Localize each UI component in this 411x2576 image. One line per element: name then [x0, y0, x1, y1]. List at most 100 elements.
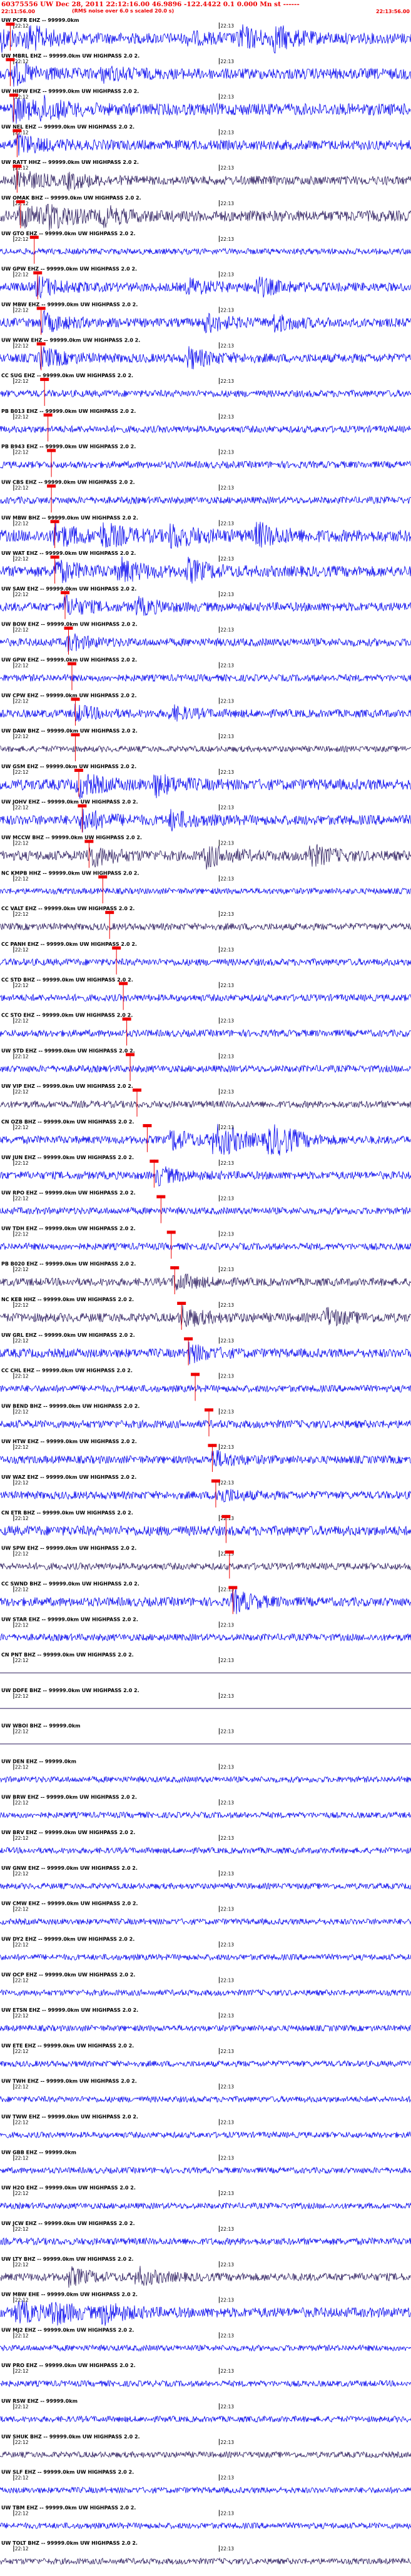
- trace-label: UW BRW EHZ -- 99999.0km UW HIGHPASS 2.0 …: [1, 1794, 137, 1800]
- trace-row: UW SHUK BHZ -- 99999.0km UW HIGHPASS 2.0…: [0, 2434, 411, 2459]
- trace-row: UW GBB EHZ -- 99999.0km22:12 22:13: [0, 2149, 411, 2174]
- trace-waveform: [0, 556, 411, 584]
- trace-label: UW BOW EHZ -- 99999.0km UW HIGHPASS 2.0 …: [1, 622, 138, 627]
- trace-row: CC CHL EHZ -- 99999.0km UW HIGHPASS 2.0 …: [0, 1368, 411, 1401]
- minute-tick-label: 22:13: [220, 129, 234, 135]
- trace-waveform: [0, 1847, 411, 1855]
- trace-label: UW RSW EHZ -- 99999.0km: [1, 2398, 78, 2404]
- trace-row: UW BRW EHZ -- 99999.0km UW HIGHPASS 2.0 …: [0, 1794, 411, 1819]
- trace-label: UW OMAK BHZ -- 99999.0km UW HIGHPASS 2.0…: [1, 195, 141, 201]
- minute-tick-label: 22:12: [15, 2546, 29, 2552]
- trace-row: CC STO EHZ -- 99999.0km UW HIGHPASS 2.0 …: [0, 1013, 411, 1046]
- minute-tick-label: 22:12: [15, 1516, 29, 1521]
- minute-tick-label: 22:12: [15, 1693, 29, 1699]
- minute-tick-label: 22:12: [15, 1835, 29, 1841]
- trace-label: UW WAZ EHZ -- 99999.0km UW HIGHPASS 2.0 …: [1, 1474, 136, 1480]
- minute-tick-label: 22:13: [220, 1622, 234, 1628]
- minute-tick-label: 22:12: [15, 1444, 29, 1450]
- trace-waveform: [0, 1419, 411, 1429]
- minute-tick-label: 22:12: [15, 272, 29, 278]
- trace-label: UW MJ2 EHZ -- 99999.0km UW HIGHPASS 2.0 …: [1, 2327, 134, 2333]
- minute-tick-label: 22:13: [220, 947, 234, 953]
- minute-tick-label: 22:13: [220, 272, 234, 278]
- minute-tick-label: 22:13: [220, 1338, 234, 1344]
- trace-waveform: [0, 1953, 411, 1961]
- trace-label: UW MCCW BHZ -- 99999.0km UW HIGHPASS 2.0…: [1, 835, 142, 841]
- trace-row: UW HTW EHZ -- 99999.0km UW HIGHPASS 2.0 …: [0, 1439, 411, 1473]
- minute-tick-label: 22:13: [220, 1231, 234, 1237]
- trace-row: UW GRL EHZ -- 99999.0km UW HIGHPASS 2.0 …: [0, 1332, 411, 1366]
- trace-row: UW MBW EHZ -- 99999.0km UW HIGHPASS 2.0 …: [0, 302, 411, 335]
- minute-tick-label: 22:12: [15, 1338, 29, 1344]
- minute-tick-label: 22:13: [220, 1444, 234, 1450]
- trace-label: UW BEND BHZ -- 99999.0km UW HIGHPASS 2.0…: [1, 1403, 140, 1409]
- minute-tick-label: 22:12: [15, 556, 29, 562]
- trace-waveform: [0, 1123, 411, 1156]
- trace-row: UW WAZ EHZ -- 99999.0km UW HIGHPASS 2.0 …: [0, 1474, 411, 1508]
- trace-waveform: [0, 2486, 411, 2494]
- trace-label: UW TBM EHZ -- 99999.0km UW HIGHPASS 2.0 …: [1, 2505, 136, 2510]
- trace-row: UW BOW EHZ -- 99999.0km UW HIGHPASS 2.0 …: [0, 622, 411, 655]
- minute-tick-label: 22:12: [15, 1551, 29, 1557]
- trace-row: PB B943 EHZ -- 99999.0km UW HIGHPASS 2.0…: [0, 444, 411, 477]
- trace-label: PB B013 EHZ -- 99999.0km UW HIGHPASS 2.0…: [1, 408, 136, 414]
- minute-tick-label: 22:12: [15, 2226, 29, 2232]
- trace-label: CN PNT BHZ -- 99999.0km UW HIGHPASS 2.0 …: [1, 1652, 134, 1658]
- minute-tick-label: 22:12: [15, 1267, 29, 1272]
- trace-label: UW WWW EHZ -- 99999.0km UW HIGHPASS 2.0 …: [1, 337, 140, 343]
- trace-waveform: [0, 1489, 411, 1503]
- minute-tick-label: 22:12: [15, 2298, 29, 2303]
- minute-tick-label: 22:13: [220, 450, 234, 455]
- minute-tick-label: 22:13: [220, 378, 234, 384]
- trace-row: UW RATT HHZ -- 99999.0km UW HIGHPASS 2.0…: [0, 160, 411, 193]
- trace-row: UW MBRL EHZ -- 99999.0km UW HIGHPASS 2.0…: [0, 53, 411, 87]
- trace-label: UW ETSN EHZ -- 99999.0km UW HIGHPASS 2.0…: [1, 2007, 138, 2013]
- trace-row: UW BEND BHZ -- 99999.0km UW HIGHPASS 2.0…: [0, 1403, 411, 1437]
- trace-waveform: [0, 1206, 411, 1215]
- minute-tick-label: 22:12: [15, 911, 29, 917]
- trace-waveform: [0, 703, 411, 722]
- trace-label: CN OZB BHZ -- 99999.0km UW HIGHPASS 2.0 …: [1, 1119, 134, 1125]
- trace-row: UW STAR EHZ -- 99999.0km UW HIGHPASS 2.0…: [0, 1616, 411, 1642]
- trace-waveform: [0, 522, 411, 549]
- trace-row: UW WBOI BHZ -- 99999.0km22:12 22:13: [0, 1723, 411, 1745]
- trace-waveform: [0, 594, 411, 616]
- trace-row: UW HIPW EHZ -- 99999.0km UW HIGHPASS 2.0…: [0, 89, 411, 124]
- minute-tick-label: 22:12: [15, 1160, 29, 1166]
- trace-waveform: [0, 887, 411, 895]
- minute-tick-label: 22:12: [15, 841, 29, 846]
- minute-tick-label: 22:12: [15, 485, 29, 490]
- trace-label: UW STAR EHZ -- 99999.0km UW HIGHPASS 2.0…: [1, 1616, 138, 1622]
- minute-tick-label: 22:12: [15, 2262, 29, 2268]
- minute-tick-label: 22:12: [15, 663, 29, 669]
- trace-waveform: [0, 2415, 411, 2423]
- trace-label: UW GNW EHZ -- 99999.0km UW HIGHPASS 2.0 …: [1, 1865, 138, 1871]
- minute-tick-label: 22:12: [15, 1907, 29, 1912]
- trace-row: UW OCP EHZ -- 99999.0km UW HIGHPASS 2.0 …: [0, 1972, 411, 1997]
- trace-label: CC STD BHZ -- 99999.0km UW HIGHPASS 2.0 …: [1, 977, 133, 983]
- trace-waveform: [0, 389, 411, 398]
- trace-waveform: [0, 2300, 411, 2326]
- minute-tick-label: 22:13: [220, 520, 234, 526]
- minute-tick-label: 22:12: [15, 592, 29, 597]
- trace-label: UW JUN EHZ -- 99999.0km UW HIGHPASS 2.0 …: [1, 1155, 134, 1160]
- trace-label: UW MBW BHZ -- 99999.0km UW HIGHPASS 2.0 …: [1, 515, 138, 520]
- minute-tick-label: 22:13: [220, 165, 234, 171]
- trace-waveform: [0, 2450, 411, 2459]
- trace-label: UW DEN EHZ -- 99999.0km: [1, 1758, 76, 1764]
- trace-waveform: [0, 1633, 411, 1642]
- trace-waveform: [0, 1273, 411, 1291]
- trace-row: UW NEL EHZ -- 99999.0km UW HIGHPASS 2.0 …: [0, 124, 411, 158]
- trace-waveform: [0, 1384, 411, 1393]
- trace-waveform: [0, 2095, 411, 2103]
- trace-waveform: [0, 1242, 411, 1251]
- trace-waveform: [0, 2237, 411, 2246]
- trace-label: CC STO EHZ -- 99999.0km UW HIGHPASS 2.0 …: [1, 1013, 133, 1018]
- minute-tick-label: 22:13: [220, 1658, 234, 1663]
- trace-row: CC PANH EHZ -- 99999.0km UW HIGHPASS 2.0…: [0, 941, 411, 975]
- trace-row: UW MCCW BHZ -- 99999.0km UW HIGHPASS 2.0…: [0, 835, 411, 870]
- minute-tick-label: 22:13: [220, 556, 234, 562]
- trace-label: UW PRO EHZ -- 99999.0km UW HIGHPASS 2.0 …: [1, 2363, 136, 2368]
- trace-row: UW TDH EHZ -- 99999.0km UW HIGHPASS 2.0 …: [0, 1225, 411, 1259]
- trace-waveform: [0, 1342, 411, 1365]
